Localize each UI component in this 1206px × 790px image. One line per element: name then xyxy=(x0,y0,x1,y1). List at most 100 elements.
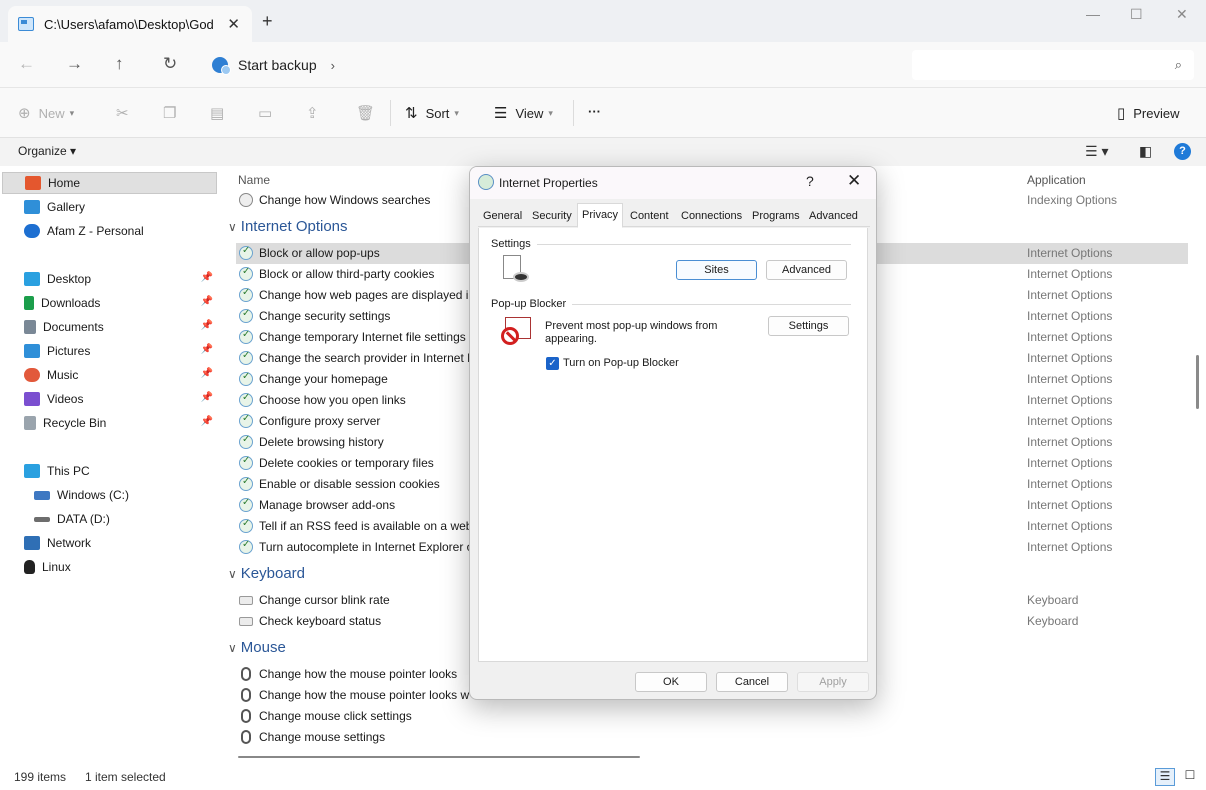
sort-button[interactable]: ⇅ Sort ▾ xyxy=(405,104,459,122)
new-button[interactable]: ⊕ New ▾ xyxy=(18,104,74,122)
cancel-button[interactable]: Cancel xyxy=(716,672,788,692)
share-icon: ⇪ xyxy=(306,105,319,122)
sidebar-item-documents[interactable]: Documents 📌 xyxy=(2,316,217,338)
pin-icon[interactable]: 📌 xyxy=(201,368,213,379)
tab-general[interactable]: General xyxy=(479,205,526,227)
popup-blocker-checkbox[interactable]: ✓ xyxy=(546,357,559,370)
pin-icon[interactable]: 📌 xyxy=(201,296,213,307)
view-options-icon[interactable]: ☰ ▾ xyxy=(1085,143,1108,160)
sidebar-item-this-pc[interactable]: This PC xyxy=(2,460,217,482)
pin-icon[interactable]: 📌 xyxy=(201,344,213,355)
column-header-name[interactable]: Name xyxy=(238,173,270,187)
sidebar-item-linux[interactable]: Linux xyxy=(2,556,217,578)
vertical-scrollbar[interactable] xyxy=(1196,355,1199,409)
sidebar-item-desktop[interactable]: Desktop 📌 xyxy=(2,268,217,290)
paste-icon: ▤ xyxy=(210,105,225,122)
privacy-panel: Settings Sites Advanced Pop-up Blocker P… xyxy=(478,228,868,662)
sidebar-item-label: Pictures xyxy=(47,344,91,358)
downloads-icon xyxy=(24,296,34,310)
breadcrumb-item[interactable]: Start backup xyxy=(238,57,317,73)
delete-button[interactable]: 🗑 xyxy=(356,104,383,122)
view-button[interactable]: ☰ View ▾ xyxy=(494,104,553,122)
list-item-application: Internet Options xyxy=(1027,330,1113,344)
sidebar-item-downloads[interactable]: Downloads 📌 xyxy=(2,292,217,314)
back-button[interactable]: ← xyxy=(18,54,35,74)
share-button[interactable]: ⇪ xyxy=(306,104,327,122)
sidebar-item-label: Recycle Bin xyxy=(43,416,107,430)
dialog-close-button[interactable]: ✕ xyxy=(847,171,861,191)
pin-icon[interactable]: 📌 xyxy=(201,392,213,403)
sidebar-item-windows-c[interactable]: Windows (C:) xyxy=(2,484,217,506)
minimize-button[interactable]: — xyxy=(1086,6,1100,22)
sidebar-item-data-d[interactable]: DATA (D:) xyxy=(2,508,217,530)
tab-privacy[interactable]: Privacy xyxy=(577,203,624,228)
pin-icon[interactable]: 📌 xyxy=(201,272,213,283)
close-window-button[interactable]: ✕ xyxy=(1176,6,1188,23)
internet-options-icon xyxy=(239,497,253,512)
tab-programs[interactable]: Programs xyxy=(748,205,804,227)
apply-button[interactable]: Apply xyxy=(797,672,869,692)
sort-icon: ⇅ xyxy=(405,105,418,122)
tab-security[interactable]: Security xyxy=(528,205,576,227)
sidebar-item-label: Downloads xyxy=(41,296,101,310)
paste-button[interactable]: ▤ xyxy=(210,104,232,122)
sidebar-item-label: Music xyxy=(47,368,79,382)
group-header[interactable]: ∨ Keyboard xyxy=(228,565,305,582)
list-item-label: Change mouse settings xyxy=(259,730,386,744)
dialog-title-bar[interactable]: Internet Properties ? ✕ xyxy=(470,167,876,199)
advanced-button[interactable]: Advanced xyxy=(766,260,847,280)
list-item-application: Internet Options xyxy=(1027,519,1113,533)
preview-button[interactable]: ▯ Preview xyxy=(1117,104,1180,122)
tab-content[interactable]: Content xyxy=(626,205,673,227)
copy-button[interactable]: ❐ xyxy=(163,104,184,122)
organize-menu[interactable]: Organize ▾ xyxy=(18,144,76,158)
maximize-button[interactable]: ☐ xyxy=(1130,6,1143,23)
horizontal-scrollbar[interactable] xyxy=(238,756,640,758)
tiles-view-icon[interactable]: ☐ xyxy=(1180,768,1200,786)
pin-icon[interactable]: 📌 xyxy=(201,416,213,427)
sidebar-item-pictures[interactable]: Pictures 📌 xyxy=(2,340,217,362)
internet-options-icon xyxy=(239,287,253,302)
preview-pane-toggle-icon[interactable]: ◧ xyxy=(1139,143,1152,160)
popup-settings-button[interactable]: Settings xyxy=(768,316,849,336)
tab-current-folder[interactable]: C:\Users\afamo\Desktop\God ✕ xyxy=(8,6,252,42)
sidebar-item-videos[interactable]: Videos 📌 xyxy=(2,388,217,410)
sidebar-item-recycle-bin[interactable]: Recycle Bin 📌 xyxy=(2,412,217,434)
keyboard-icon xyxy=(239,617,253,626)
tab-connections[interactable]: Connections xyxy=(677,205,746,227)
tab-close-icon[interactable]: ✕ xyxy=(227,15,240,33)
refresh-button[interactable]: ↻ xyxy=(163,54,177,74)
sidebar-item-network[interactable]: Network xyxy=(2,532,217,554)
list-item-label: Change temporary Internet file settings xyxy=(259,330,466,344)
forward-button[interactable]: → xyxy=(66,54,83,74)
sidebar-item-gallery[interactable]: Gallery xyxy=(2,196,217,218)
help-button[interactable]: ? xyxy=(806,173,814,189)
list-item[interactable]: Change mouse click settings xyxy=(236,706,1188,727)
divider xyxy=(491,244,851,245)
sidebar-item-label: DATA (D:) xyxy=(57,512,110,526)
group-header[interactable]: ∨ Mouse xyxy=(228,639,286,656)
tab-advanced[interactable]: Advanced xyxy=(805,205,862,227)
chevron-right-icon[interactable]: › xyxy=(331,58,335,73)
cut-button[interactable]: ✂ xyxy=(116,104,137,122)
sidebar-item-music[interactable]: Music 📌 xyxy=(2,364,217,386)
group-header[interactable]: ∨ Internet Options xyxy=(228,218,348,235)
column-header-application[interactable]: Application xyxy=(1027,173,1086,187)
rename-button[interactable]: ▭ xyxy=(258,104,280,122)
ok-button[interactable]: OK xyxy=(635,672,707,692)
pin-icon[interactable]: 📌 xyxy=(201,320,213,331)
sidebar-item-onedrive[interactable]: Afam Z - Personal xyxy=(2,220,217,242)
sidebar-item-home[interactable]: Home xyxy=(2,172,217,194)
search-input[interactable]: ⌕ xyxy=(912,50,1194,80)
help-icon[interactable]: ? xyxy=(1174,143,1191,160)
popup-blocker-checkbox-label[interactable]: Turn on Pop-up Blocker xyxy=(563,357,679,369)
sites-button[interactable]: Sites xyxy=(676,260,757,280)
more-options-button[interactable]: ··· xyxy=(588,104,601,119)
list-item-label: Choose how you open links xyxy=(259,393,406,407)
breadcrumb[interactable]: Start backup › xyxy=(208,50,902,80)
new-tab-button[interactable]: + xyxy=(262,12,273,30)
details-view-icon[interactable]: ☰ xyxy=(1155,768,1175,786)
list-item[interactable]: Change mouse settings xyxy=(236,727,1188,748)
chevron-down-icon: ∨ xyxy=(228,220,237,234)
up-button[interactable]: ↑ xyxy=(115,54,124,74)
